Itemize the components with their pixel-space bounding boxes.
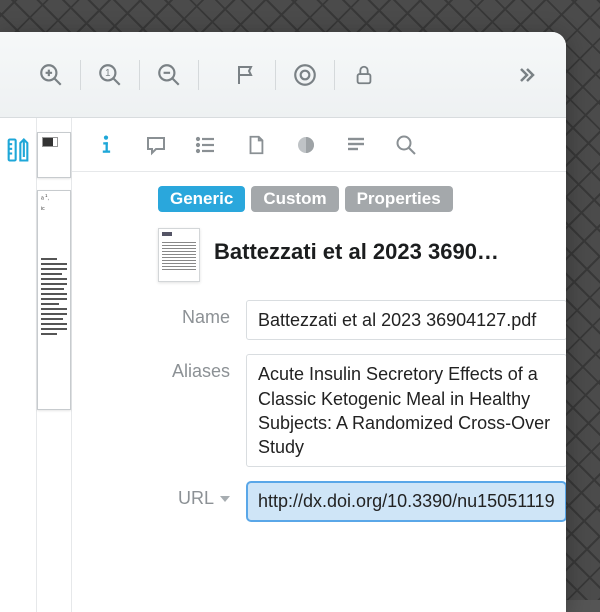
- zoom-in-button[interactable]: [30, 53, 72, 97]
- inspector-panel: Generic Custom Properties Battezzati et …: [72, 118, 566, 612]
- tab-properties[interactable]: Properties: [345, 186, 453, 212]
- inspector-toolbar: [72, 118, 566, 172]
- toolbar-separator: [198, 60, 199, 90]
- page-thumbnail[interactable]: [37, 132, 71, 178]
- item-title: Battezzati et al 2023 3690…: [214, 228, 499, 266]
- document-thumbnail[interactable]: [158, 228, 200, 282]
- zoom-out-button[interactable]: [148, 53, 190, 97]
- search-tab-icon[interactable]: [382, 123, 430, 167]
- appearance-tab-icon[interactable]: [282, 123, 330, 167]
- svg-text:1: 1: [105, 68, 110, 79]
- toolbar-separator: [275, 60, 276, 90]
- page-thumbnails: a 1,ic: [37, 118, 72, 612]
- url-label-text: URL: [178, 488, 214, 509]
- item-header: Battezzati et al 2023 3690…: [72, 222, 566, 300]
- label-button[interactable]: [284, 53, 326, 97]
- url-input[interactable]: http://dx.doi.org/10.3390/nu15051119: [246, 481, 566, 521]
- outline-tab-icon[interactable]: [182, 123, 230, 167]
- window-body: a 1,ic: [0, 118, 566, 612]
- overflow-button[interactable]: [504, 53, 546, 97]
- side-strip: [0, 118, 37, 612]
- tab-custom[interactable]: Custom: [251, 186, 338, 212]
- lock-button[interactable]: [343, 53, 385, 97]
- metadata-fields: Name Battezzati et al 2023 36904127.pdf …: [72, 300, 566, 536]
- document-tab-icon[interactable]: [232, 123, 280, 167]
- field-url: URL http://dx.doi.org/10.3390/nu15051119: [72, 481, 566, 521]
- field-label-url[interactable]: URL: [72, 481, 246, 509]
- field-aliases: Aliases Acute Insulin Secretory Effects …: [72, 354, 566, 467]
- flag-button[interactable]: [225, 53, 267, 97]
- comment-tab-icon[interactable]: [132, 123, 180, 167]
- zoom-actual-button[interactable]: 1: [89, 53, 131, 97]
- info-tab-icon[interactable]: [82, 123, 130, 167]
- metadata-tabs: Generic Custom Properties: [72, 172, 566, 222]
- aliases-input[interactable]: Acute Insulin Secretory Effects of a Cla…: [246, 354, 566, 467]
- window-toolbar: 1: [0, 32, 566, 118]
- name-input[interactable]: Battezzati et al 2023 36904127.pdf: [246, 300, 566, 340]
- toolbar-separator: [139, 60, 140, 90]
- field-label-name: Name: [72, 300, 246, 328]
- field-name: Name Battezzati et al 2023 36904127.pdf: [72, 300, 566, 340]
- chevron-down-icon: [220, 496, 230, 502]
- page-thumbnail[interactable]: a 1,ic: [37, 190, 71, 410]
- text-tab-icon[interactable]: [332, 123, 380, 167]
- inspector-window: 1: [0, 32, 566, 612]
- tab-generic[interactable]: Generic: [158, 186, 245, 212]
- ruler-icon[interactable]: [0, 132, 36, 168]
- field-label-aliases: Aliases: [72, 354, 246, 382]
- toolbar-separator: [334, 60, 335, 90]
- toolbar-separator: [80, 60, 81, 90]
